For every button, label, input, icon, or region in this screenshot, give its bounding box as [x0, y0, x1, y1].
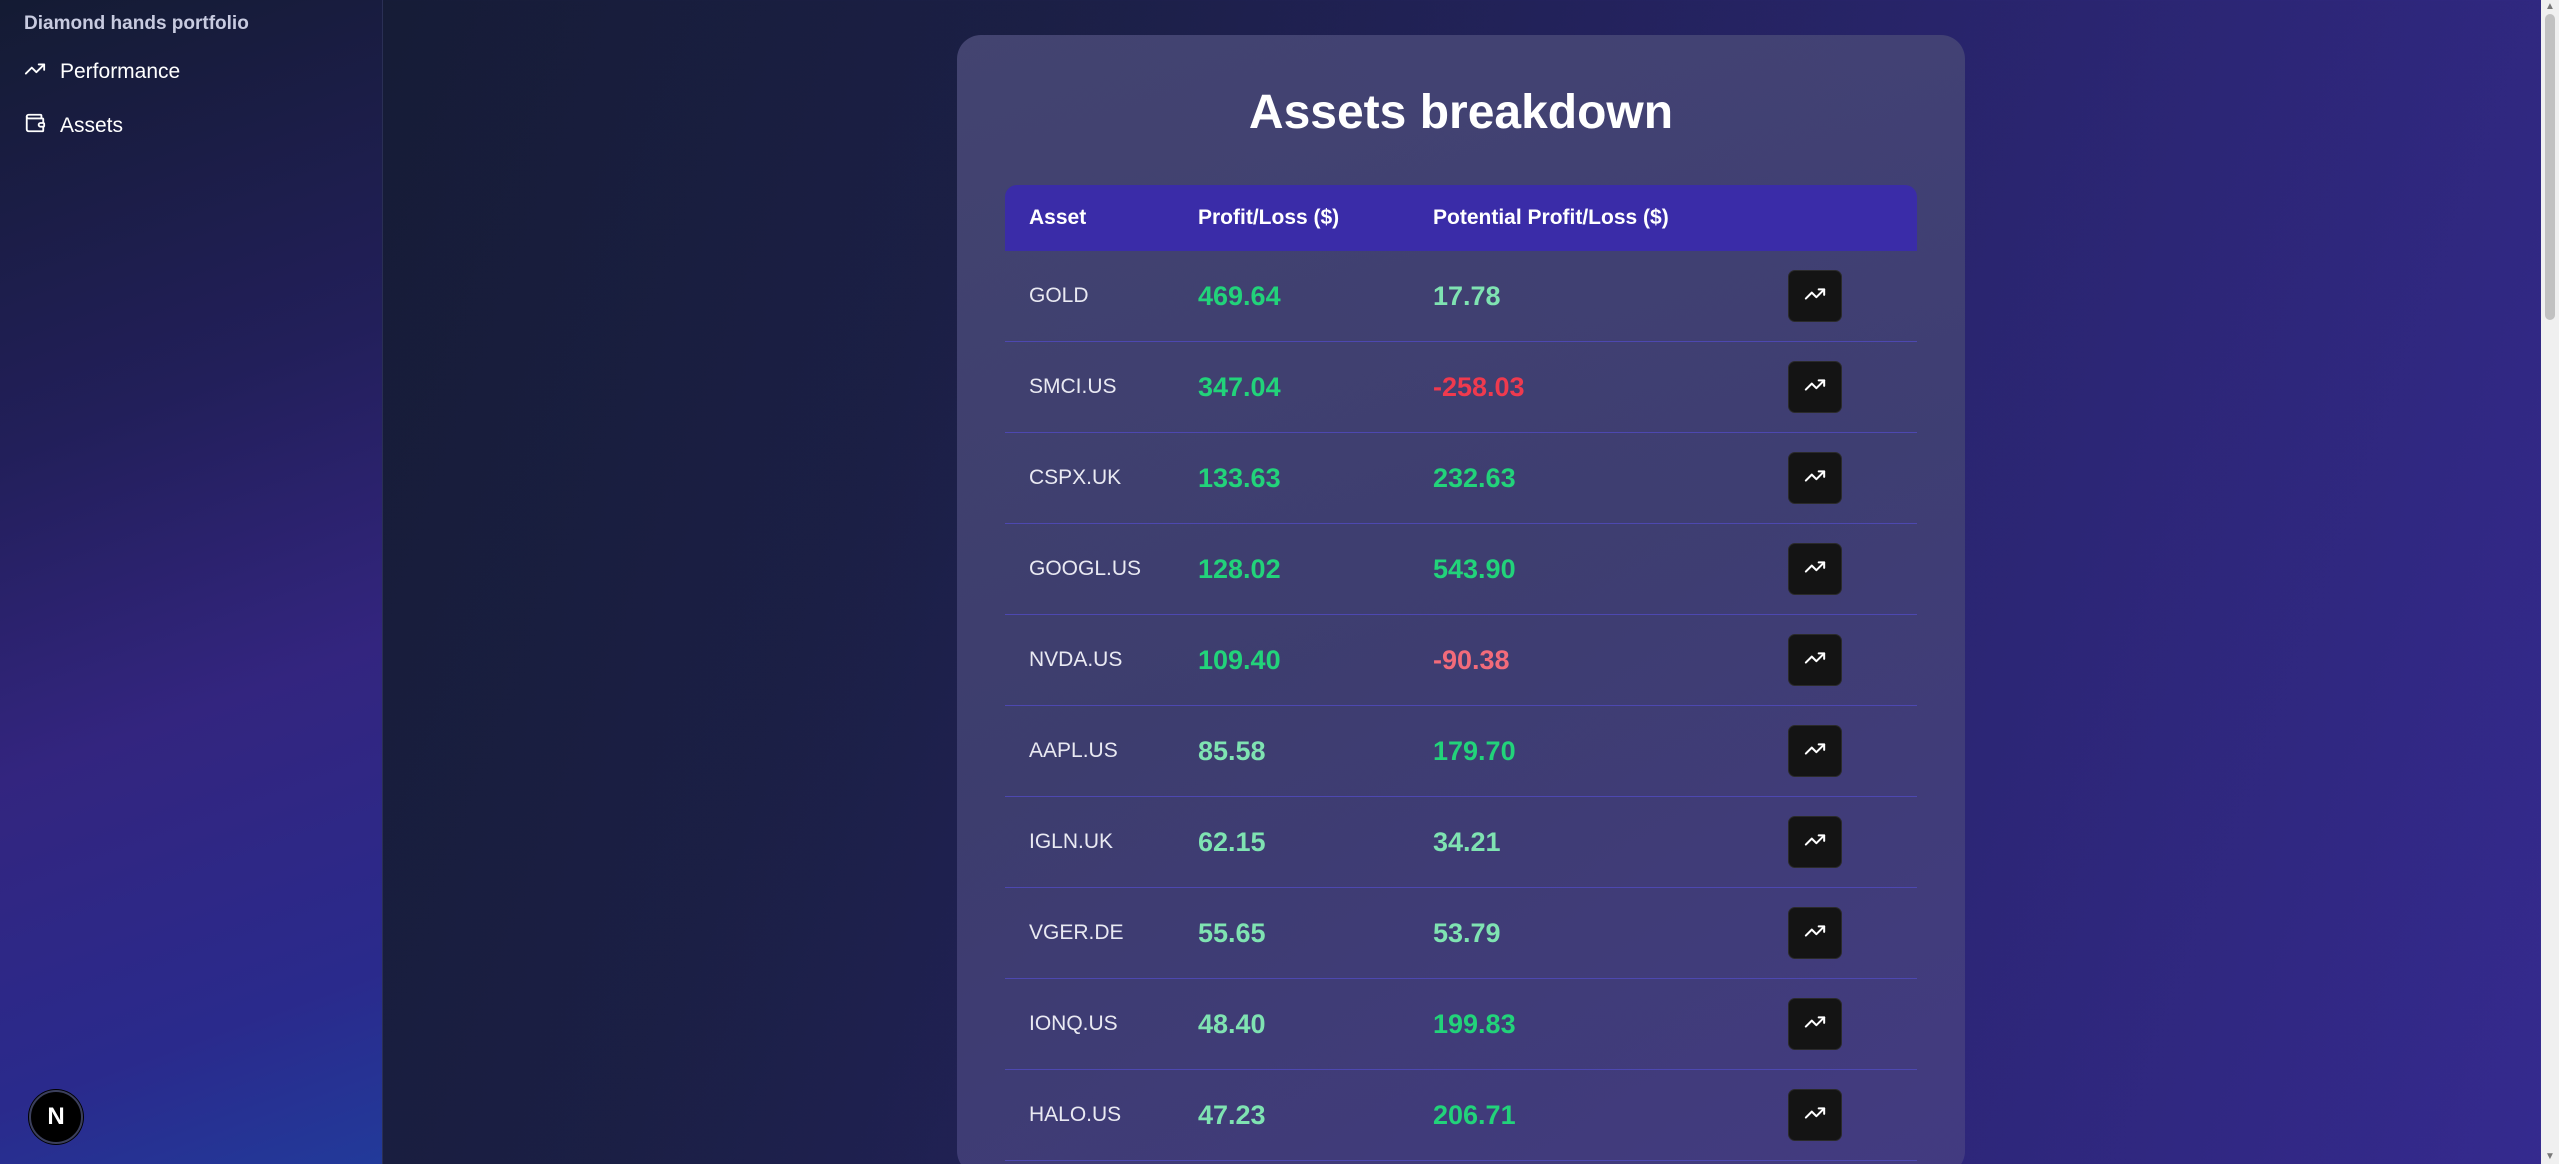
page-title: Assets breakdown — [1248, 86, 1674, 139]
trending-up-icon — [1804, 556, 1826, 583]
view-chart-button[interactable] — [1788, 634, 1842, 686]
view-chart-button[interactable] — [1788, 816, 1842, 868]
table-row: AAPL.US 85.58 179.70 — [1005, 706, 1917, 797]
scroll-down-arrow-icon[interactable]: ▼ — [2545, 1152, 2555, 1162]
table-row: HALO.US 47.23 206.71 — [1005, 1070, 1917, 1161]
profit-loss-value: 109.40 — [1198, 644, 1281, 675]
view-chart-button[interactable] — [1788, 907, 1842, 959]
table-row: CSPX.UK 133.63 232.63 — [1005, 433, 1917, 524]
potential-profit-loss-value: 232.63 — [1433, 462, 1516, 493]
asset-name: IGLN.UK — [1029, 830, 1114, 853]
profit-loss-value: 133.63 — [1198, 462, 1281, 493]
asset-name: IONQ.US — [1029, 1012, 1118, 1035]
view-chart-button[interactable] — [1788, 361, 1842, 413]
table-row: IONQ.US 48.40 199.83 — [1005, 979, 1917, 1070]
profit-loss-value: 469.64 — [1198, 280, 1281, 311]
asset-name: NVDA.US — [1029, 648, 1123, 671]
profit-loss-value: 47.23 — [1198, 1099, 1266, 1130]
profit-loss-value: 62.15 — [1198, 826, 1266, 857]
column-header-profit-loss: Profit/Loss ($) — [1198, 206, 1340, 229]
assets-table: Asset Profit/Loss ($) Potential Profit/L… — [1005, 185, 1917, 1161]
table-row: NVDA.US 109.40 -90.38 — [1005, 615, 1917, 706]
trending-up-icon — [1804, 647, 1826, 674]
potential-profit-loss-value: 179.70 — [1433, 735, 1516, 766]
trending-up-icon — [1804, 283, 1826, 310]
view-chart-button[interactable] — [1788, 1089, 1842, 1141]
view-chart-button[interactable] — [1788, 543, 1842, 595]
vertical-scrollbar[interactable]: ▲ ▼ — [2541, 0, 2559, 1164]
asset-name: GOOGL.US — [1029, 557, 1142, 580]
potential-profit-loss-value: 206.71 — [1433, 1099, 1516, 1130]
asset-name: HALO.US — [1029, 1103, 1122, 1126]
asset-name: SMCI.US — [1029, 375, 1117, 398]
trending-up-icon — [24, 58, 46, 86]
potential-profit-loss-value: -90.38 — [1433, 644, 1510, 675]
potential-profit-loss-value: 17.78 — [1433, 280, 1501, 311]
asset-name: AAPL.US — [1029, 739, 1118, 762]
table-row: SMCI.US 347.04 -258.03 — [1005, 342, 1917, 433]
trending-up-icon — [1804, 1102, 1826, 1129]
view-chart-button[interactable] — [1788, 998, 1842, 1050]
potential-profit-loss-value: 543.90 — [1433, 553, 1516, 584]
table-row: IGLN.UK 62.15 34.21 — [1005, 797, 1917, 888]
view-chart-button[interactable] — [1788, 452, 1842, 504]
view-chart-button[interactable] — [1788, 725, 1842, 777]
profit-loss-value: 347.04 — [1198, 371, 1281, 402]
trending-up-icon — [1804, 920, 1826, 947]
potential-profit-loss-value: 34.21 — [1433, 826, 1501, 857]
table-row: GOOGL.US 128.02 543.90 — [1005, 524, 1917, 615]
column-header-potential-profit-loss: Potential Profit/Loss ($) — [1433, 206, 1669, 229]
profit-loss-value: 85.58 — [1198, 735, 1266, 766]
trending-up-icon — [1804, 1011, 1826, 1038]
trending-up-icon — [1804, 465, 1826, 492]
potential-profit-loss-value: 199.83 — [1433, 1008, 1516, 1039]
potential-profit-loss-value: 53.79 — [1433, 917, 1501, 948]
sidebar-item-label: Assets — [60, 114, 124, 137]
view-chart-button[interactable] — [1788, 270, 1842, 322]
next-dev-badge[interactable]: N — [29, 1090, 83, 1144]
trending-up-icon — [1804, 829, 1826, 856]
profit-loss-value: 128.02 — [1198, 553, 1281, 584]
scroll-up-arrow-icon[interactable]: ▲ — [2545, 2, 2555, 12]
sidebar-item-performance[interactable]: Performance — [24, 58, 180, 86]
table-row: VGER.DE 55.65 53.79 — [1005, 888, 1917, 979]
assets-card: Assets breakdown Asset Profit/Loss ($) P… — [957, 35, 1965, 1164]
profit-loss-value: 48.40 — [1198, 1008, 1266, 1039]
sidebar: Diamond hands portfolio Performance Asse… — [0, 0, 383, 1164]
table-body: GOLD 469.64 17.78 SMCI.US 347.04 -258.03 — [1005, 251, 1917, 1161]
scroll-thumb[interactable] — [2545, 14, 2555, 320]
asset-name: CSPX.UK — [1029, 466, 1122, 489]
table-header: Asset Profit/Loss ($) Potential Profit/L… — [1005, 185, 1917, 251]
sidebar-item-assets[interactable]: Assets — [24, 112, 123, 140]
sidebar-item-label: Performance — [60, 60, 181, 83]
profit-loss-value: 55.65 — [1198, 917, 1266, 948]
asset-name: VGER.DE — [1029, 921, 1124, 944]
asset-name: GOLD — [1029, 284, 1089, 307]
wallet-icon — [24, 112, 46, 140]
potential-profit-loss-value: -258.03 — [1433, 371, 1525, 402]
column-header-asset: Asset — [1029, 206, 1087, 229]
table-row: GOLD 469.64 17.78 — [1005, 251, 1917, 342]
trending-up-icon — [1804, 738, 1826, 765]
brand-title: Diamond hands portfolio — [24, 13, 249, 34]
trending-up-icon — [1804, 374, 1826, 401]
